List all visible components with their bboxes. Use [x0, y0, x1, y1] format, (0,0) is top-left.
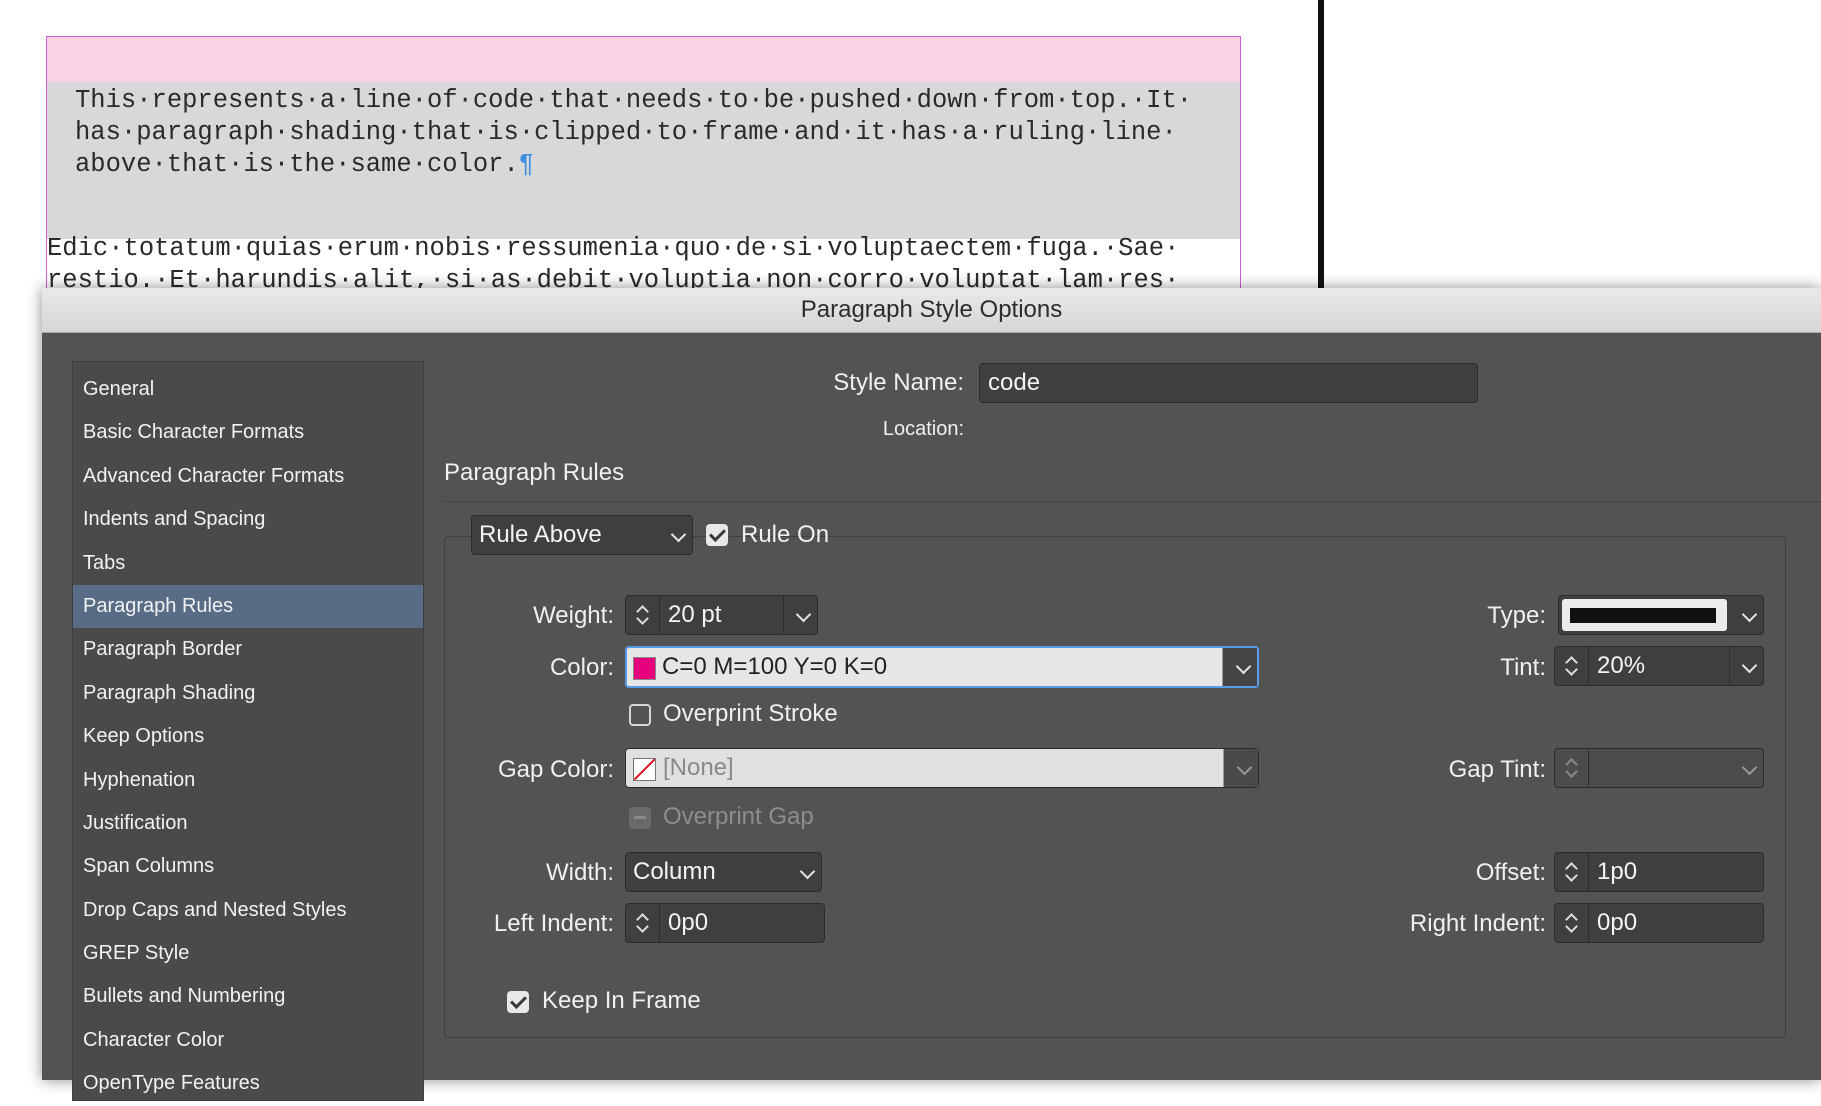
- overprint-stroke-label: Overprint Stroke: [663, 700, 838, 727]
- weight-label: Weight:: [533, 602, 614, 629]
- type-label: Type:: [1487, 602, 1546, 629]
- overprint-stroke-checkbox[interactable]: [629, 704, 651, 726]
- location-label: Location:: [882, 418, 964, 440]
- tint-stepper[interactable]: 20%: [1554, 646, 1764, 686]
- section-title: Paragraph Rules: [444, 459, 625, 486]
- chevron-down-icon: [1741, 657, 1758, 674]
- width-value: Column: [633, 858, 716, 885]
- overprint-gap-label: Overprint Gap: [663, 803, 814, 830]
- left-indent-value: 0p0: [668, 909, 709, 936]
- stroke-type-select[interactable]: [1558, 595, 1764, 635]
- weight-stepper[interactable]: 20 pt: [625, 595, 818, 635]
- section-divider: [444, 501, 1821, 502]
- offset-label: Offset:: [1475, 859, 1546, 886]
- right-indent-label: Right Indent:: [1409, 910, 1546, 937]
- right-indent-stepper-arrows[interactable]: [1555, 904, 1589, 942]
- category-item-drop-caps-and-nested-styles[interactable]: Drop Caps and Nested Styles: [73, 889, 423, 932]
- code-paragraph-text: This·represents·a·line·of·code·that·need…: [75, 86, 1193, 179]
- left-indent-stepper[interactable]: 0p0: [625, 903, 825, 943]
- keep-in-frame-checkbox[interactable]: [507, 991, 529, 1013]
- rule-position-select[interactable]: Rule Above: [471, 515, 693, 555]
- rule-above-band: [47, 37, 1240, 82]
- gap-tint-stepper[interactable]: [1554, 748, 1764, 788]
- style-name-label: Style Name:: [833, 369, 964, 396]
- category-item-keep-options[interactable]: Keep Options: [73, 715, 423, 758]
- chevron-down-icon: [1741, 606, 1758, 623]
- color-value: C=0 M=100 Y=0 K=0: [662, 653, 888, 680]
- rule-position-value: Rule Above: [479, 521, 602, 548]
- pilcrow-mark: ¶: [518, 150, 535, 179]
- category-item-indents-and-spacing[interactable]: Indents and Spacing: [73, 498, 423, 541]
- offset-value: 1p0: [1597, 858, 1638, 885]
- right-indent-value: 0p0: [1597, 909, 1638, 936]
- category-item-character-color[interactable]: Character Color: [73, 1019, 423, 1062]
- category-item-grep-style[interactable]: GREP Style: [73, 932, 423, 975]
- category-item-paragraph-rules[interactable]: Paragraph Rules: [73, 584, 423, 629]
- keep-in-frame-label: Keep In Frame: [542, 987, 701, 1014]
- chevron-down-icon: [795, 606, 812, 623]
- category-item-paragraph-shading[interactable]: Paragraph Shading: [73, 672, 423, 715]
- chevron-down-icon: [670, 526, 687, 543]
- category-item-bullets-and-numbering[interactable]: Bullets and Numbering: [73, 975, 423, 1018]
- rule-on-label: Rule On: [741, 521, 830, 548]
- tint-stepper-arrows[interactable]: [1555, 647, 1589, 685]
- none-swatch-icon: [633, 758, 656, 781]
- chevron-down-icon: [1741, 759, 1758, 776]
- left-indent-label: Left Indent:: [493, 910, 614, 937]
- weight-dropdown[interactable]: [783, 596, 817, 634]
- code-paragraph[interactable]: This·represents·a·line·of·code·that·need…: [75, 85, 1235, 181]
- offset-stepper[interactable]: 1p0: [1554, 852, 1764, 892]
- tint-label: Tint:: [1500, 654, 1546, 681]
- rule-on-checkbox[interactable]: [706, 524, 728, 546]
- solid-stroke-preview: [1570, 608, 1716, 623]
- weight-value: 20 pt: [668, 601, 722, 628]
- color-dropdown-button[interactable]: [1222, 648, 1257, 686]
- gap-color-dropdown-button[interactable]: [1223, 749, 1258, 787]
- category-item-hyphenation[interactable]: Hyphenation: [73, 759, 423, 802]
- gap-tint-label: Gap Tint:: [1448, 756, 1546, 783]
- offset-stepper-arrows[interactable]: [1555, 853, 1589, 891]
- gap-color-value: [None]: [663, 754, 734, 781]
- category-item-advanced-character-formats[interactable]: Advanced Character Formats: [73, 455, 423, 498]
- right-indent-stepper[interactable]: 0p0: [1554, 903, 1764, 943]
- chevron-down-icon: [1235, 658, 1252, 675]
- weight-stepper-arrows[interactable]: [626, 596, 660, 634]
- color-label: Color:: [549, 654, 614, 681]
- category-item-opentype-features[interactable]: OpenType Features: [73, 1062, 423, 1105]
- color-select[interactable]: C=0 M=100 Y=0 K=0: [625, 646, 1259, 688]
- gap-color-select[interactable]: [None]: [625, 748, 1259, 788]
- width-label: Width:: [545, 859, 614, 886]
- category-item-general[interactable]: General: [73, 368, 423, 411]
- category-item-justification[interactable]: Justification: [73, 802, 423, 845]
- text-frame[interactable]: This·represents·a·line·of·code·that·need…: [46, 36, 1241, 296]
- category-list[interactable]: General Basic Character Formats Advanced C…: [72, 361, 424, 1101]
- gap-color-label: Gap Color:: [497, 756, 614, 783]
- category-item-basic-character-formats[interactable]: Basic Character Formats: [73, 411, 423, 454]
- gap-tint-stepper-arrows[interactable]: [1555, 749, 1589, 787]
- dialog-title: Paragraph Style Options: [42, 288, 1821, 333]
- category-item-span-columns[interactable]: Span Columns: [73, 845, 423, 888]
- body-paragraph[interactable]: Edic·totatum·quias·erum·nobis·ressumenia…: [47, 233, 1237, 295]
- chevron-down-icon: [1236, 759, 1253, 776]
- style-name-input[interactable]: code: [979, 363, 1478, 403]
- left-indent-stepper-arrows[interactable]: [626, 904, 660, 942]
- column-guide: [1318, 0, 1324, 290]
- tint-dropdown[interactable]: [1729, 647, 1763, 685]
- category-item-paragraph-border[interactable]: Paragraph Border: [73, 628, 423, 671]
- overprint-gap-checkbox[interactable]: [629, 807, 651, 829]
- tint-value: 20%: [1597, 652, 1646, 679]
- chevron-down-icon: [799, 863, 816, 880]
- width-select[interactable]: Column: [625, 852, 822, 892]
- stroke-type-preview-box: [1562, 599, 1727, 631]
- paragraph-style-options-dialog: Paragraph Style Options General Basic Cha…: [42, 288, 1821, 1101]
- color-swatch-icon: [633, 657, 656, 680]
- category-item-tabs[interactable]: Tabs: [73, 542, 423, 585]
